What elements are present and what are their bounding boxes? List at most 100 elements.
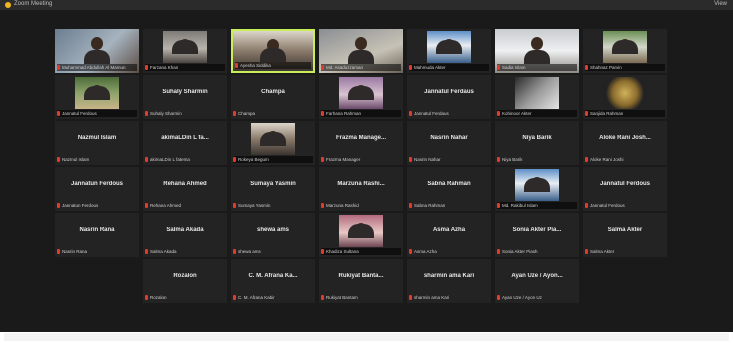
participant-tile[interactable]: Nasrin Nahar Nasrin Nahar	[407, 121, 491, 165]
muted-mic-icon	[145, 111, 148, 116]
person-body	[84, 86, 110, 100]
participant-label-text: Nazmul Islam	[62, 157, 90, 162]
participant-label-text: Frazma Manager	[326, 157, 361, 162]
participant-tile[interactable]: Nazmul Islam Nazmul Islam	[55, 121, 139, 165]
participant-label-text: Jannatun Ferdous	[62, 203, 99, 208]
person-head	[355, 37, 367, 50]
participant-label-text: Ayan Uze / Ayon Uz	[502, 295, 542, 300]
view-button[interactable]: View	[714, 1, 727, 7]
participant-tile[interactable]: Suhaly Sharmin Suhaly Sharmin	[143, 75, 227, 119]
window-title: Zoom Meeting	[14, 1, 53, 7]
participant-tile[interactable]: Mahmuda Akter	[407, 29, 491, 73]
participant-display-name: Jannatun Ferdous	[70, 181, 123, 187]
title-bar: Zoom Meeting View	[0, 0, 733, 10]
participant-tile[interactable]: Kohinoor Akter	[495, 75, 579, 119]
participant-display-name: Jannatul Ferdous	[599, 181, 650, 187]
participant-tile[interactable]: Md. Rakibul Islam	[495, 167, 579, 211]
participant-label-text: Nasrin Nahar	[414, 157, 441, 162]
zoom-meeting-window: Zoom Meeting View Muhammad Abdullah Al M…	[0, 0, 733, 332]
participant-display-name: akimaLDin L fa...	[161, 135, 209, 141]
person-body	[348, 224, 374, 238]
person-body	[524, 178, 550, 192]
muted-mic-icon	[585, 157, 588, 162]
participant-tile[interactable]: Jannatun Ferdous Jannatun Ferdous	[55, 167, 139, 211]
participant-tile[interactable]: Frazma Manage... Frazma Manager	[319, 121, 403, 165]
participant-label-text: Asma Azha	[414, 249, 437, 254]
participant-tile[interactable]: Salma Akter Salma Akter	[583, 213, 667, 257]
participant-tile[interactable]: C. M. Afrana Ka... C. M. Afrana Kabir	[231, 259, 315, 303]
participant-name-label: Jannatul Ferdaus	[409, 110, 489, 117]
participant-tile[interactable]: Rehana Ahmed Rehana Ahmed	[143, 167, 227, 211]
participant-label-text: Sabna Rahman	[414, 203, 446, 208]
participant-tile[interactable]: akimaLDin L fa... akimaLDin L fatema	[143, 121, 227, 165]
participant-name-label: Mahmuda Akter	[409, 64, 489, 71]
muted-mic-icon	[497, 65, 500, 70]
participant-display-name: Salma Akter	[607, 227, 643, 233]
participant-tile[interactable]: Ayesha Siddika	[231, 29, 315, 73]
participant-tile[interactable]: Farhana Rahman	[319, 75, 403, 119]
participant-display-name: Nasrin Nahar	[430, 135, 468, 141]
participant-tile[interactable]: Jannatul Ferdous	[55, 75, 139, 119]
participant-tile[interactable]: Shahnaz Parvin	[583, 29, 667, 73]
participant-tile[interactable]: Md. Asaduzzaman	[319, 29, 403, 73]
participant-label-text: Rukiyat Bantam	[326, 295, 358, 300]
participant-tile[interactable]: Khadiza Sultana	[319, 213, 403, 257]
person-body	[84, 50, 110, 64]
participant-tile[interactable]: Ayan Uze / Ayon... Ayan Uze / Ayon Uz	[495, 259, 579, 303]
participant-tile[interactable]: Rozalon Rozalon	[143, 259, 227, 303]
participant-tile[interactable]: Asma Azha Asma Azha	[407, 213, 491, 257]
muted-mic-icon	[585, 203, 588, 208]
bottom-strip	[4, 333, 729, 341]
participant-tile[interactable]: Marzuna Rashi... Marzuna Rashid	[319, 167, 403, 211]
participant-label-text: shewa ams	[238, 249, 261, 254]
muted-mic-icon	[321, 203, 324, 208]
participant-label-text: Rozalon	[150, 295, 167, 300]
participant-tile[interactable]: shewa ams shewa ams	[231, 213, 315, 257]
participant-display-name: Jannatul Ferdaus	[424, 89, 474, 95]
participant-tile[interactable]: Jannatul Ferdous Jannatul Ferdous	[583, 167, 667, 211]
participant-name-label: Suhaly Sharmin	[145, 110, 225, 117]
participant-tile[interactable]: sharmin ama Kari sharmin ama Kari	[407, 259, 491, 303]
participant-display-name: Sonia Akter Pia...	[512, 227, 562, 233]
participant-display-name: Niya Barik	[522, 135, 552, 141]
participant-name-label: Jannatul Ferdous	[585, 202, 665, 209]
participant-tile[interactable]: Sadia Islam	[495, 29, 579, 73]
participant-tile[interactable]: Sonia Akter Pia... Sonia Akter Piash	[495, 213, 579, 257]
participant-tile[interactable]: Champa Champa	[231, 75, 315, 119]
participant-display-name: Sumaya Yasmin	[250, 181, 296, 187]
muted-mic-icon	[145, 65, 148, 70]
participant-tile[interactable]: Rukiyat Banta... Rukiyat Bantam	[319, 259, 403, 303]
participant-name-label: Marzuna Rashid	[321, 202, 401, 209]
participant-display-name: sharmin ama Kari	[423, 273, 475, 279]
participant-label-text: Ayesha Siddika	[240, 63, 271, 68]
participant-tile[interactable]: Jannatul Ferdaus Jannatul Ferdaus	[407, 75, 491, 119]
participant-label-text: Nasrin Rana	[62, 249, 88, 254]
muted-mic-icon	[145, 157, 148, 162]
person-body	[260, 132, 286, 146]
participant-tile[interactable]: Sanjida Rahman	[583, 75, 667, 119]
participant-label-text: Jannatul Ferdous	[62, 111, 97, 116]
participant-name-label: Champa	[233, 110, 313, 117]
person-body	[260, 48, 286, 62]
participant-display-name: Aloke Rani Josh...	[599, 135, 651, 141]
participant-name-label: Aloke Rani Joshi	[585, 156, 665, 163]
participant-tile[interactable]: Rokeya Begum	[231, 121, 315, 165]
participant-tile[interactable]: Sumaya Yasmin Sumaya Yasmin	[231, 167, 315, 211]
participant-tile[interactable]: Niya Barik Niya Barik	[495, 121, 579, 165]
participant-video	[163, 31, 207, 63]
participant-label-text: Sadia Islam	[502, 65, 526, 70]
participant-name-label: Md. Rakibul Islam	[497, 202, 577, 209]
participant-display-name: Nasrin Rana	[79, 227, 115, 233]
participant-name-label: Md. Asaduzzaman	[321, 64, 401, 71]
participant-tile[interactable]: Salma Akada Salma Akada	[143, 213, 227, 257]
participant-tile[interactable]: Sabna Rahman Sabna Rahman	[407, 167, 491, 211]
participant-tile[interactable]: Aloke Rani Josh... Aloke Rani Joshi	[583, 121, 667, 165]
participant-name-label: Asma Azha	[409, 248, 489, 255]
participant-tile[interactable]: Farzana Khan	[143, 29, 227, 73]
muted-mic-icon	[321, 111, 324, 116]
participant-name-label: Jannatul Ferdous	[57, 110, 137, 117]
participant-name-label: Nasrin Rana	[57, 248, 137, 255]
participant-tile[interactable]: Muhammad Abdullah Al Mamun	[55, 29, 139, 73]
participant-label-text: Suhaly Sharmin	[150, 111, 182, 116]
participant-tile[interactable]: Nasrin Rana Nasrin Rana	[55, 213, 139, 257]
